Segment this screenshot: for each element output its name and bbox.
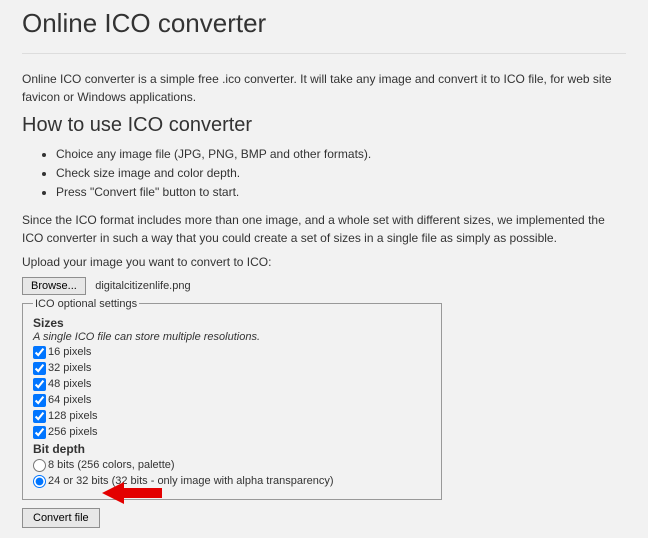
size-label: 256 pixels (48, 426, 98, 438)
howto-list: Choice any image file (JPG, PNG, BMP and… (22, 145, 626, 203)
browse-button[interactable]: Browse... (22, 277, 86, 295)
size-checkbox-256[interactable] (33, 426, 46, 439)
page-title: Online ICO converter (22, 8, 626, 39)
fieldset-legend: ICO optional settings (33, 298, 139, 310)
bitdepth-title: Bit depth (33, 442, 431, 456)
size-checkbox-16[interactable] (33, 346, 46, 359)
list-item: Check size image and color depth. (56, 164, 626, 183)
size-label: 16 pixels (48, 346, 91, 358)
list-item: Press "Convert file" button to start. (56, 183, 626, 202)
sizes-hint: A single ICO file can store multiple res… (33, 331, 431, 343)
selected-file-name: digitalcitizenlife.png (95, 280, 190, 292)
size-label: 128 pixels (48, 410, 98, 422)
ico-settings-fieldset: ICO optional settings Sizes A single ICO… (22, 298, 442, 500)
bitdepth-radio-8[interactable] (33, 459, 46, 472)
size-checkbox-32[interactable] (33, 362, 46, 375)
bitdepth-radio-32[interactable] (33, 475, 46, 488)
note-text: Since the ICO format includes more than … (22, 211, 626, 247)
size-checkbox-128[interactable] (33, 410, 46, 423)
list-item: Choice any image file (JPG, PNG, BMP and… (56, 145, 626, 164)
size-label: 48 pixels (48, 378, 91, 390)
size-checkbox-48[interactable] (33, 378, 46, 391)
intro-text: Online ICO converter is a simple free .i… (22, 70, 626, 106)
size-checkbox-64[interactable] (33, 394, 46, 407)
bitdepth-label: 8 bits (256 colors, palette) (48, 459, 175, 471)
size-label: 32 pixels (48, 362, 91, 374)
divider (22, 53, 626, 54)
bitdepth-label: 24 or 32 bits (32 bits - only image with… (48, 475, 334, 487)
upload-label: Upload your image you want to convert to… (22, 253, 626, 271)
convert-button[interactable]: Convert file (22, 508, 100, 528)
sizes-title: Sizes (33, 316, 431, 330)
size-label: 64 pixels (48, 394, 91, 406)
howto-heading: How to use ICO converter (22, 114, 626, 137)
